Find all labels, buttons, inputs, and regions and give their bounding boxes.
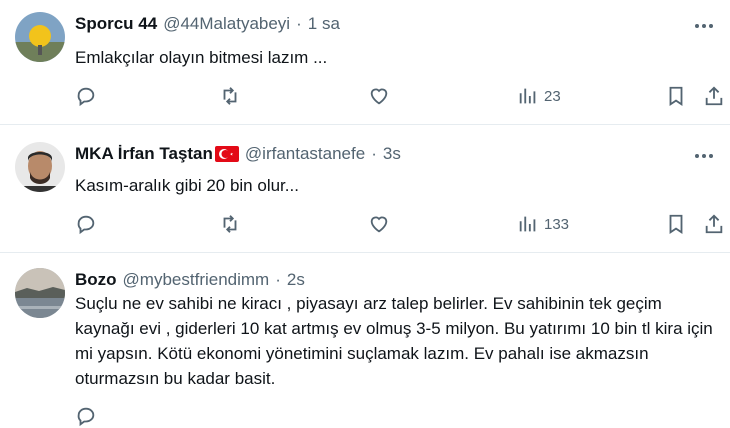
avatar[interactable]: [15, 12, 65, 62]
like-icon: [370, 88, 388, 105]
avatar[interactable]: [15, 268, 65, 318]
avatar[interactable]: [15, 142, 65, 192]
tweet-header: Sporcu 44 @44Malatyabeyi · 1 sa: [75, 14, 340, 34]
reply-button[interactable]: [75, 84, 97, 108]
retweet-icon: [223, 87, 237, 105]
views-icon: [519, 216, 536, 232]
bookmark-button[interactable]: [665, 84, 687, 108]
tweet[interactable]: Bozo @mybestfriendimm · 2s Suçlu ne ev s…: [0, 254, 730, 427]
bookmark-icon: [669, 214, 683, 234]
reply-button[interactable]: [75, 404, 97, 428]
separator-dot: ·: [296, 14, 302, 33]
views-icon: [519, 88, 536, 104]
share-icon: [705, 214, 723, 234]
more-icon[interactable]: [692, 146, 716, 166]
like-button[interactable]: [368, 84, 390, 108]
user-handle[interactable]: @mybestfriendimm: [123, 270, 270, 290]
display-name[interactable]: MKA İrfan Taştan: [75, 144, 213, 164]
bookmark-icon: [669, 86, 683, 106]
turkey-flag-icon: [214, 146, 239, 162]
views-button[interactable]: 23: [517, 84, 561, 108]
timestamp[interactable]: 3s: [383, 144, 401, 164]
action-bar: [75, 404, 725, 428]
timestamp[interactable]: 2s: [287, 270, 305, 290]
share-button[interactable]: [703, 212, 725, 236]
user-handle[interactable]: @44Malatyabeyi: [163, 14, 290, 34]
like-icon: [370, 216, 388, 233]
separator-dot: ·: [371, 144, 377, 163]
reply-icon: [77, 87, 95, 107]
share-button[interactable]: [703, 84, 725, 108]
like-button[interactable]: [368, 212, 390, 236]
views-count: 23: [544, 87, 561, 105]
tweet[interactable]: MKA İrfan Taştan @irfantastanefe · 3s Ka…: [0, 126, 730, 253]
display-name[interactable]: Sporcu 44: [75, 14, 157, 34]
share-icon: [705, 86, 723, 106]
separator-dot: ·: [275, 270, 281, 289]
views-button[interactable]: 133: [517, 212, 569, 236]
action-bar: 133: [75, 212, 725, 236]
views-count: 133: [544, 215, 570, 233]
tweet-text: Emlakçılar olayın bitmesi lazım ...: [75, 48, 328, 67]
user-handle[interactable]: @irfantastanefe: [245, 144, 365, 164]
tweet[interactable]: Sporcu 44 @44Malatyabeyi · 1 sa Emlakçıl…: [0, 0, 730, 125]
reply-button[interactable]: [75, 212, 97, 236]
timestamp[interactable]: 1 sa: [308, 14, 340, 34]
reply-icon: [77, 407, 95, 427]
tweet-header: MKA İrfan Taştan @irfantastanefe · 3s: [75, 144, 401, 164]
tweet-text: Suçlu ne ev sahibi ne kiracı , piyasayı …: [75, 294, 713, 388]
action-bar: 23: [75, 84, 725, 108]
retweet-button[interactable]: [219, 212, 241, 236]
bookmark-button[interactable]: [665, 212, 687, 236]
tweet-text: Kasım-aralık gibi 20 bin olur...: [75, 176, 299, 195]
retweet-button[interactable]: [219, 84, 241, 108]
more-icon[interactable]: [692, 16, 716, 36]
display-name[interactable]: Bozo: [75, 270, 117, 290]
reply-icon: [77, 215, 95, 235]
retweet-icon: [223, 215, 237, 233]
tweet-header: Bozo @mybestfriendimm · 2s: [75, 270, 305, 290]
